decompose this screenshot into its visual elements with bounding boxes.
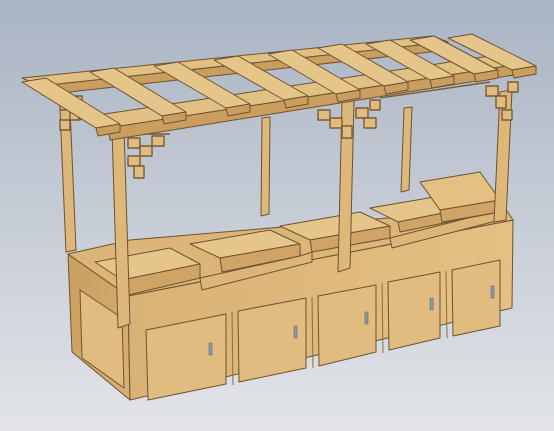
post-back-mid xyxy=(260,116,271,217)
handle-icon xyxy=(293,325,298,339)
handle-icon xyxy=(208,342,213,356)
stall-model xyxy=(21,33,537,401)
bracket-left xyxy=(126,133,170,179)
cabinet-door xyxy=(317,284,377,367)
handle-icon xyxy=(429,297,434,311)
handle-icon xyxy=(364,311,369,325)
cabinet-door xyxy=(237,297,307,383)
handle-icon xyxy=(490,285,495,299)
bracket-right xyxy=(485,81,519,121)
post-back-right xyxy=(400,106,413,193)
3d-viewport[interactable] xyxy=(0,0,554,431)
cabinet-door xyxy=(387,271,441,351)
